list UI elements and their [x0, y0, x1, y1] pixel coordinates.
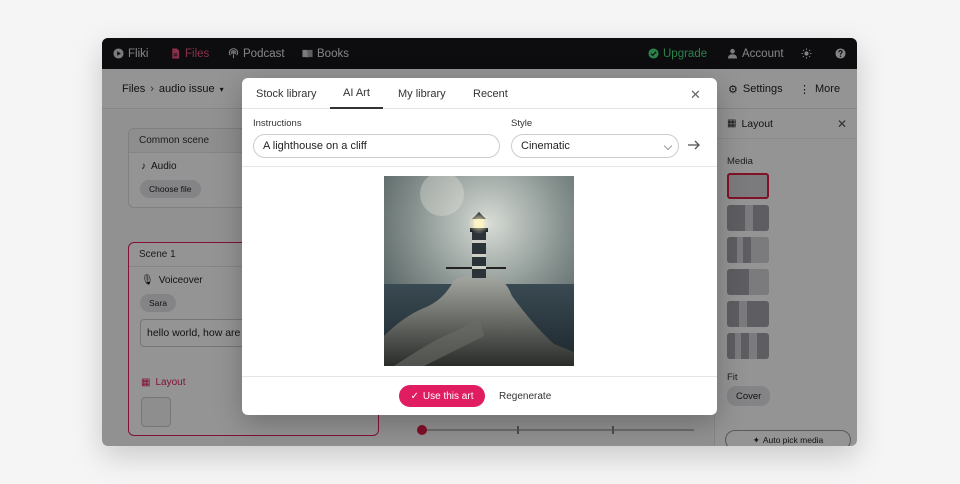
tab-my-library[interactable]: My library	[398, 78, 446, 109]
style-select-value: Cinematic	[521, 140, 570, 152]
instructions-label: Instructions	[253, 118, 302, 129]
modal-tabs: Stock library AI Art My library Recent	[242, 78, 717, 109]
use-this-art-button[interactable]: ✓ Use this art	[399, 385, 485, 407]
arrow-right-icon[interactable]	[686, 136, 702, 154]
check-icon: ✓	[410, 390, 419, 402]
tab-ai-art[interactable]: AI Art	[330, 78, 383, 109]
regenerate-button[interactable]: Regenerate	[499, 385, 551, 407]
use-this-art-label: Use this art	[422, 390, 474, 402]
chevron-down-icon	[663, 141, 673, 151]
ai-art-modal: Stock library AI Art My library Recent ✕…	[242, 78, 717, 415]
style-select[interactable]: Cinematic	[511, 134, 679, 158]
close-icon[interactable]: ✕	[690, 87, 701, 103]
divider	[242, 166, 717, 167]
generated-art-image	[384, 176, 574, 366]
tab-stock-library[interactable]: Stock library	[256, 78, 317, 109]
style-label: Style	[511, 118, 533, 129]
tab-recent[interactable]: Recent	[473, 78, 508, 109]
divider	[242, 376, 717, 377]
instructions-input[interactable]: A lighthouse on a cliff	[253, 134, 500, 158]
